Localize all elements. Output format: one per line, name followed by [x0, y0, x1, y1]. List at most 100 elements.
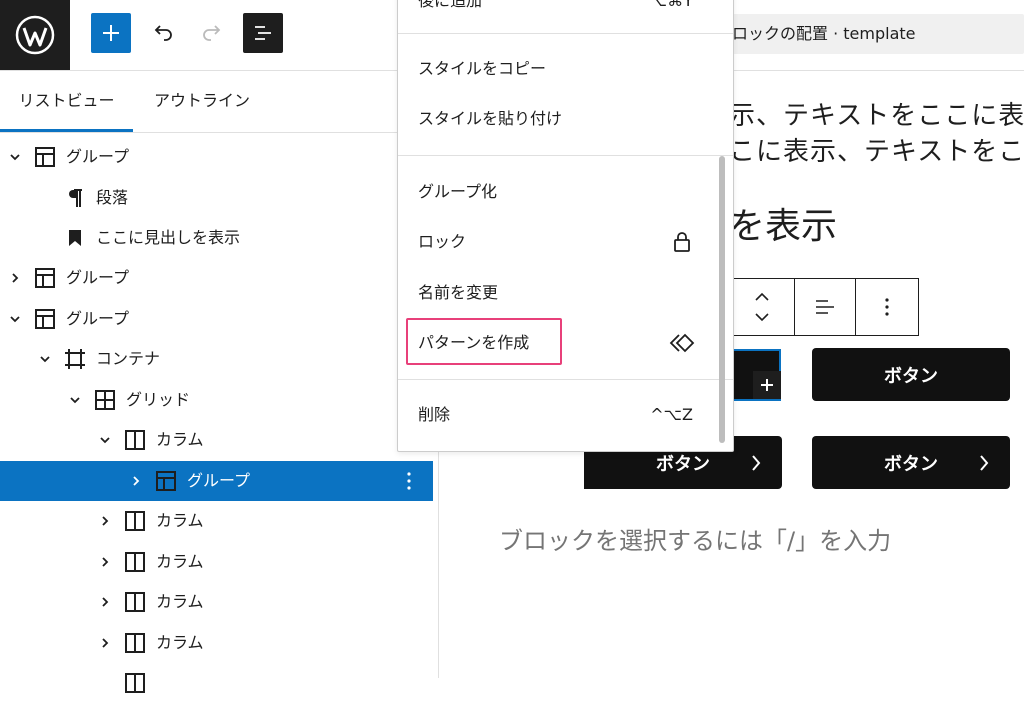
add-block-button[interactable]	[91, 13, 131, 53]
chevron-down-icon[interactable]	[7, 311, 23, 327]
block-options-menu: 後に追加 ⌥⌘Y スタイルをコピー スタイルを貼り付け グループ化 ロック 名前…	[397, 0, 734, 452]
chevron-up-down-icon	[755, 292, 769, 322]
tree-row[interactable]: コンテナ	[0, 339, 433, 379]
menu-item-insert-after[interactable]: 後に追加	[418, 0, 482, 13]
menu-item-delete[interactable]: 削除	[418, 403, 450, 427]
group-icon	[33, 266, 57, 290]
heading-bookmark-icon	[63, 226, 87, 250]
tree-row[interactable]: グループ	[0, 258, 433, 298]
tree-row-label: グリッド	[126, 390, 191, 409]
tree-row[interactable]: カラム	[0, 623, 433, 663]
grid-icon	[93, 388, 117, 412]
paragraph-icon	[63, 186, 87, 210]
menu-scrollbar[interactable]	[719, 156, 725, 443]
tree-row[interactable]: 段落	[0, 178, 433, 218]
column-icon	[123, 428, 147, 452]
menu-divider	[398, 33, 733, 34]
more-options-icon[interactable]	[401, 469, 417, 493]
container-icon	[63, 347, 87, 371]
list-view-sidebar: リストビュー アウトライン グループ 段落 ここに見出しを表示 グループ グルー…	[0, 71, 439, 693]
button-label: ボタン	[884, 453, 938, 475]
menu-item-rename[interactable]: 名前を変更	[418, 281, 498, 305]
inserter-button[interactable]	[753, 371, 781, 399]
tree-row[interactable]: グループ	[0, 299, 433, 339]
move-up-down-button[interactable]	[730, 279, 794, 335]
pattern-symbol-icon	[669, 332, 695, 358]
tree-row[interactable]: カラム	[0, 420, 433, 460]
highlight-box	[406, 318, 562, 365]
chevron-right-icon[interactable]	[7, 270, 23, 286]
block-toolbar	[729, 278, 919, 336]
tree-row-label: グループ	[66, 268, 130, 287]
tree-row[interactable]: グリッド	[0, 380, 433, 420]
tree-row-selected[interactable]: グループ	[0, 461, 433, 501]
list-view-icon	[255, 26, 271, 40]
align-button[interactable]	[795, 279, 855, 335]
chevron-right-icon	[752, 454, 761, 471]
tree-row[interactable]: カラム	[0, 501, 433, 541]
paragraph-text-line[interactable]: 示、テキストをここに表示	[729, 95, 1024, 132]
undo-button[interactable]	[143, 13, 183, 53]
column-icon	[123, 631, 147, 655]
plus-icon	[761, 379, 773, 391]
tree-row[interactable]: ここに見出しを表示	[0, 218, 433, 258]
column-icon	[123, 509, 147, 533]
tab-list-view-label: リストビュー	[18, 91, 115, 110]
heading-text[interactable]: を表示	[729, 197, 837, 249]
tab-outline-label: アウトライン	[154, 91, 251, 110]
chevron-right-icon[interactable]	[97, 513, 113, 529]
chevron-right-icon[interactable]	[97, 594, 113, 610]
chevron-right-icon[interactable]	[97, 554, 113, 570]
lock-icon	[673, 231, 691, 257]
tree-row-label: ここに見出しを表示	[96, 228, 241, 247]
chevron-down-icon[interactable]	[97, 432, 113, 448]
undo-icon	[154, 25, 172, 41]
chevron-down-icon[interactable]	[37, 351, 53, 367]
shortcut-label: ^⌥Z	[650, 405, 693, 424]
block-options-button[interactable]	[856, 279, 918, 335]
tree-row-label: グループ	[66, 147, 130, 166]
tree-row-label: カラム	[156, 592, 204, 611]
tree-row-label: グループ	[66, 309, 130, 328]
tree-row[interactable]: カラム	[0, 582, 433, 622]
document-title-bar[interactable]: ロックの配置 · template	[700, 14, 1024, 54]
document-title: ロックの配置 · template	[732, 24, 916, 43]
block-placeholder[interactable]: ブロックを選択するには「/」を入力	[499, 521, 891, 556]
tab-outline[interactable]: アウトライン	[154, 71, 250, 131]
chevron-down-icon[interactable]	[67, 392, 83, 408]
group-icon	[33, 307, 57, 331]
shortcut-label: ⌥⌘Y	[648, 0, 693, 10]
tree-row-label: カラム	[156, 552, 204, 571]
chevron-right-icon[interactable]	[128, 473, 144, 489]
tree-row-label: コンテナ	[96, 349, 161, 368]
column-icon	[123, 671, 147, 695]
wordpress-logo[interactable]	[0, 0, 70, 70]
tree-row-partial[interactable]	[0, 663, 433, 703]
menu-divider	[398, 379, 733, 380]
menu-item-copy-styles[interactable]: スタイルをコピー	[418, 57, 546, 81]
button-label: ボタン	[656, 453, 710, 475]
button-block[interactable]: ボタン	[812, 436, 1010, 489]
list-view-button[interactable]	[243, 13, 283, 53]
chevron-right-icon	[980, 454, 989, 471]
redo-icon	[203, 25, 221, 41]
menu-item-paste-styles[interactable]: スタイルを貼り付け	[418, 107, 562, 131]
chevron-down-icon[interactable]	[7, 149, 23, 165]
tree-row[interactable]: グループ	[0, 137, 433, 177]
redo-button[interactable]	[192, 13, 232, 53]
menu-item-lock[interactable]: ロック	[418, 230, 466, 254]
chevron-right-icon[interactable]	[97, 635, 113, 651]
tree-row-label: グループ	[187, 471, 251, 490]
group-icon	[154, 469, 178, 493]
tree-row-label: カラム	[156, 430, 204, 449]
wordpress-logo-icon	[15, 15, 55, 55]
button-block[interactable]: ボタン	[812, 348, 1010, 401]
paragraph-text-line[interactable]: こに表示、テキストをここ	[729, 131, 1024, 168]
menu-item-group[interactable]: グループ化	[418, 180, 497, 204]
column-icon	[123, 550, 147, 574]
tree-row[interactable]: カラム	[0, 542, 433, 582]
tree-row-label: カラム	[156, 633, 204, 652]
tree-row-label: 段落	[96, 188, 129, 207]
tab-list-view[interactable]: リストビュー	[0, 71, 133, 132]
tree-row-label: カラム	[156, 511, 204, 530]
